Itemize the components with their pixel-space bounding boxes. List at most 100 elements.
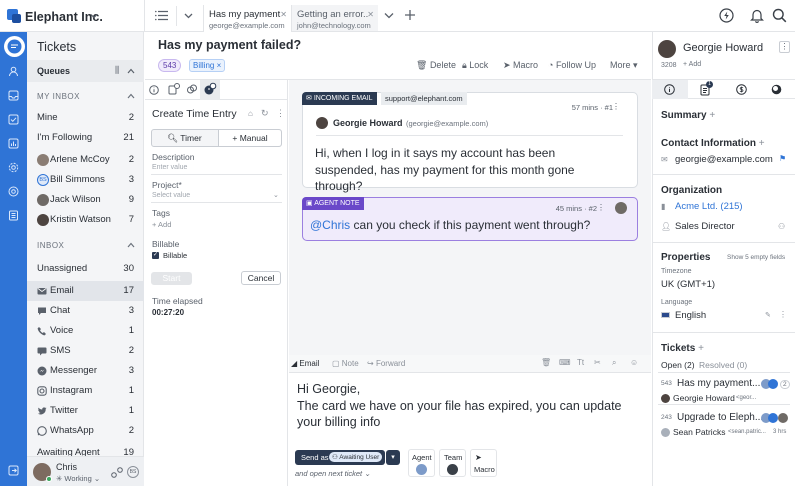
user-icon[interactable]	[8, 66, 19, 77]
assign-agent-button[interactable]: Agent	[408, 449, 435, 477]
add-contact-field[interactable]: + Add	[683, 61, 701, 68]
reply-body-input[interactable]: Hi Georgie, The card we have on your fil…	[297, 381, 642, 431]
bell-icon[interactable]	[750, 8, 764, 23]
queue-item-unassigned[interactable]: Unassigned 30	[27, 259, 144, 279]
queue-item-bill[interactable]: BS Bill Simmons 3	[27, 170, 144, 190]
message-menu-icon[interactable]: ⋮	[597, 203, 605, 212]
tab-email[interactable]: ◢ Email	[291, 359, 319, 368]
lock-button[interactable]: 🔒︎ Lock	[462, 60, 488, 71]
queue-item-voice[interactable]: Voice 1	[27, 321, 144, 341]
delete-button[interactable]: 🗑 Delete	[416, 60, 456, 71]
rail-tickets-button[interactable]	[4, 36, 25, 57]
link-icon[interactable]	[186, 83, 198, 95]
sort-icon[interactable]: ⫼	[115, 65, 119, 76]
reports-icon[interactable]	[8, 138, 19, 149]
edit-icon[interactable]: ✎	[765, 311, 771, 319]
chevron-up-icon[interactable]	[127, 68, 135, 74]
user-link-icon[interactable]: ⚇	[778, 222, 785, 231]
queue-item-whatsapp[interactable]: WhatsApp 2	[27, 421, 144, 441]
cancel-button[interactable]: Cancel	[241, 271, 281, 285]
tab-resolved-tickets[interactable]: Resolved (0)	[699, 360, 747, 370]
contact-email[interactable]: georgie@example.com	[675, 154, 773, 165]
assign-team-button[interactable]: Team	[439, 449, 466, 477]
search-icon[interactable]	[772, 8, 787, 23]
project-select[interactable]: Select value	[152, 192, 190, 199]
close-icon[interactable]: ✕	[367, 10, 374, 19]
message-menu-icon[interactable]: ⋮	[612, 102, 620, 111]
tab-forward[interactable]: ↪ Forward	[367, 359, 405, 368]
organization-link[interactable]: Acme Ltd. (215)	[675, 201, 743, 212]
queue-item-email[interactable]: Email 17	[27, 281, 144, 301]
contact-ticket-item[interactable]: 243 Upgrade to Eleph... Sean Patricks <s…	[652, 406, 795, 440]
show-empty-fields-link[interactable]: Show 5 empty fields	[727, 254, 785, 261]
attachment-icon[interactable]: ⌕	[612, 358, 616, 368]
tab-note[interactable]: ▢ Note	[332, 359, 359, 368]
contact-ticket-item[interactable]: 543 Has my payment... 2 Georgie Howard <…	[652, 374, 795, 408]
queue-item-kristin[interactable]: Kristin Watson 7	[27, 210, 144, 230]
contact-name[interactable]: Georgie Howard	[683, 42, 763, 54]
queue-item-chat[interactable]: Chat 3	[27, 301, 144, 321]
home-icon[interactable]: ⌂	[248, 109, 253, 118]
info-icon[interactable]	[149, 85, 159, 95]
chevron-down-icon[interactable]	[184, 12, 193, 20]
macro-button[interactable]: ➤ Macro	[503, 60, 538, 71]
mention-chris[interactable]: @Chris	[310, 218, 350, 232]
queue-item-jack[interactable]: Jack Wilson 9	[27, 190, 144, 210]
summary-heading[interactable]: Summary +	[661, 110, 715, 121]
tab-ticket-543[interactable]: Has my payment... george@example.com ✕	[203, 5, 292, 32]
refresh-icon[interactable]: ↻	[261, 108, 269, 119]
plus-icon[interactable]	[404, 9, 416, 21]
queue-item-twitter[interactable]: Twitter 1	[27, 401, 144, 421]
close-icon[interactable]: ✕	[280, 10, 287, 19]
logout-icon[interactable]	[8, 465, 19, 476]
send-options-dropdown[interactable]: ▾	[386, 450, 400, 465]
chevron-up-icon[interactable]	[127, 242, 135, 248]
contact-info-heading[interactable]: Contact Information +	[661, 138, 765, 149]
start-button[interactable]: Start	[151, 272, 192, 285]
queue-item-mine[interactable]: Mine 2	[27, 108, 144, 128]
archive-icon[interactable]	[8, 210, 19, 221]
tab-ticket-error[interactable]: Getting an error... john@technology.com …	[292, 5, 378, 31]
contact-menu-icon[interactable]: ⋮	[779, 41, 790, 53]
queue-item-messenger[interactable]: Messenger 3	[27, 361, 144, 381]
more-button[interactable]: More ▾	[610, 60, 638, 71]
send-button[interactable]: Send as ⚇ Awaiting User	[295, 450, 385, 465]
current-user[interactable]: Chris ✳ Working ⌄ BS	[27, 456, 144, 486]
menu-dots-icon[interactable]: ⋮	[779, 310, 787, 319]
timer-toggle[interactable]: 🔍︎ Timer	[152, 130, 217, 146]
queue-item-instagram[interactable]: Instagram 1	[27, 381, 144, 401]
add-tag-button[interactable]: + Add	[152, 220, 171, 229]
tag-billing[interactable]: Billing ×	[189, 59, 226, 72]
text-format-icon[interactable]: Tt	[577, 358, 584, 367]
emoji-icon[interactable]: ☺	[630, 358, 638, 367]
document-icon[interactable]	[168, 83, 180, 95]
chevron-up-icon[interactable]	[127, 93, 135, 99]
trash-icon[interactable]: 🗑	[541, 358, 551, 367]
chevron-down-icon[interactable]	[384, 11, 394, 20]
menu-dots-icon[interactable]: ⋮	[276, 108, 285, 119]
keyboard-icon[interactable]: ⌨	[559, 358, 571, 367]
lightning-icon[interactable]	[719, 8, 734, 23]
queue-item-following[interactable]: I'm Following 21	[27, 128, 144, 148]
queue-item-awaiting-agent[interactable]: Awaiting Agent 19	[27, 443, 144, 456]
avatar[interactable]: BS	[127, 466, 139, 478]
description-input[interactable]: Enter value	[152, 164, 187, 171]
chevron-down-icon[interactable]	[90, 12, 98, 20]
list-view-icon[interactable]	[155, 10, 168, 21]
tickets-heading[interactable]: Tickets +	[661, 343, 704, 354]
billable-checkbox[interactable]: ✓	[152, 252, 159, 259]
queue-item-sms[interactable]: SMS 2	[27, 341, 144, 361]
queues-header[interactable]: Queues ⫼	[27, 60, 144, 82]
settings-icon[interactable]	[8, 162, 19, 173]
manual-toggle[interactable]: + Manual	[218, 130, 281, 146]
scissors-icon[interactable]: ✂	[594, 358, 601, 367]
billing-icon[interactable]	[736, 84, 747, 95]
transfer-icon[interactable]	[111, 467, 123, 478]
apply-macro-button[interactable]: ➤ Macro	[470, 449, 497, 477]
open-next-ticket-toggle[interactable]: and open next ticket ⌄	[295, 469, 371, 478]
help-icon[interactable]	[8, 186, 19, 197]
inbox-icon[interactable]	[8, 90, 19, 101]
integration-icon[interactable]	[771, 84, 782, 95]
queue-item-arlene[interactable]: Arlene McCoy 2	[27, 150, 144, 170]
flag-icon[interactable]: ⚑	[779, 154, 786, 163]
